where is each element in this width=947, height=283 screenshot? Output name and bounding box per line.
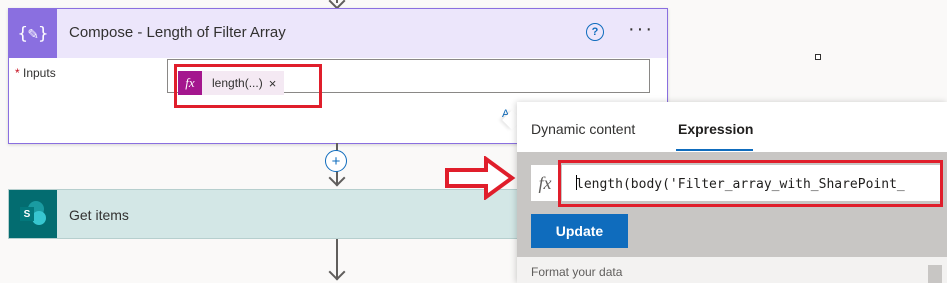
sharepoint-icon: S bbox=[9, 190, 57, 238]
add-step-button[interactable]: + bbox=[325, 150, 347, 172]
bottom-connector-arrowhead bbox=[328, 263, 346, 281]
tab-dynamic-content[interactable]: Dynamic content bbox=[531, 121, 635, 137]
expression-highlight-box bbox=[558, 160, 943, 207]
panel-scrollbar[interactable] bbox=[928, 265, 942, 283]
curly-braces-icon: {✎} bbox=[9, 9, 57, 58]
update-button[interactable]: Update bbox=[531, 214, 628, 248]
active-tab-indicator bbox=[676, 149, 753, 151]
sharepoint-letter: S bbox=[20, 207, 34, 221]
get-items-title[interactable]: Get items bbox=[69, 207, 129, 223]
middle-connector-arrowhead bbox=[328, 169, 346, 187]
tab-expression[interactable]: Expression bbox=[678, 121, 753, 137]
more-options-icon[interactable]: ··· bbox=[628, 19, 654, 39]
compose-card-header[interactable]: {✎} Compose - Length of Filter Array ? ·… bbox=[9, 9, 667, 58]
format-data-label: Format your data bbox=[531, 265, 623, 279]
required-indicator: * bbox=[15, 66, 20, 80]
token-highlight-box bbox=[174, 64, 322, 108]
inputs-label: Inputs bbox=[23, 66, 56, 80]
help-icon[interactable]: ? bbox=[586, 23, 604, 41]
fx-icon: fx bbox=[531, 165, 559, 201]
pointer-arrow-icon bbox=[445, 156, 516, 200]
resize-handle[interactable] bbox=[815, 54, 821, 60]
compose-card-title[interactable]: Compose - Length of Filter Array bbox=[69, 24, 286, 41]
